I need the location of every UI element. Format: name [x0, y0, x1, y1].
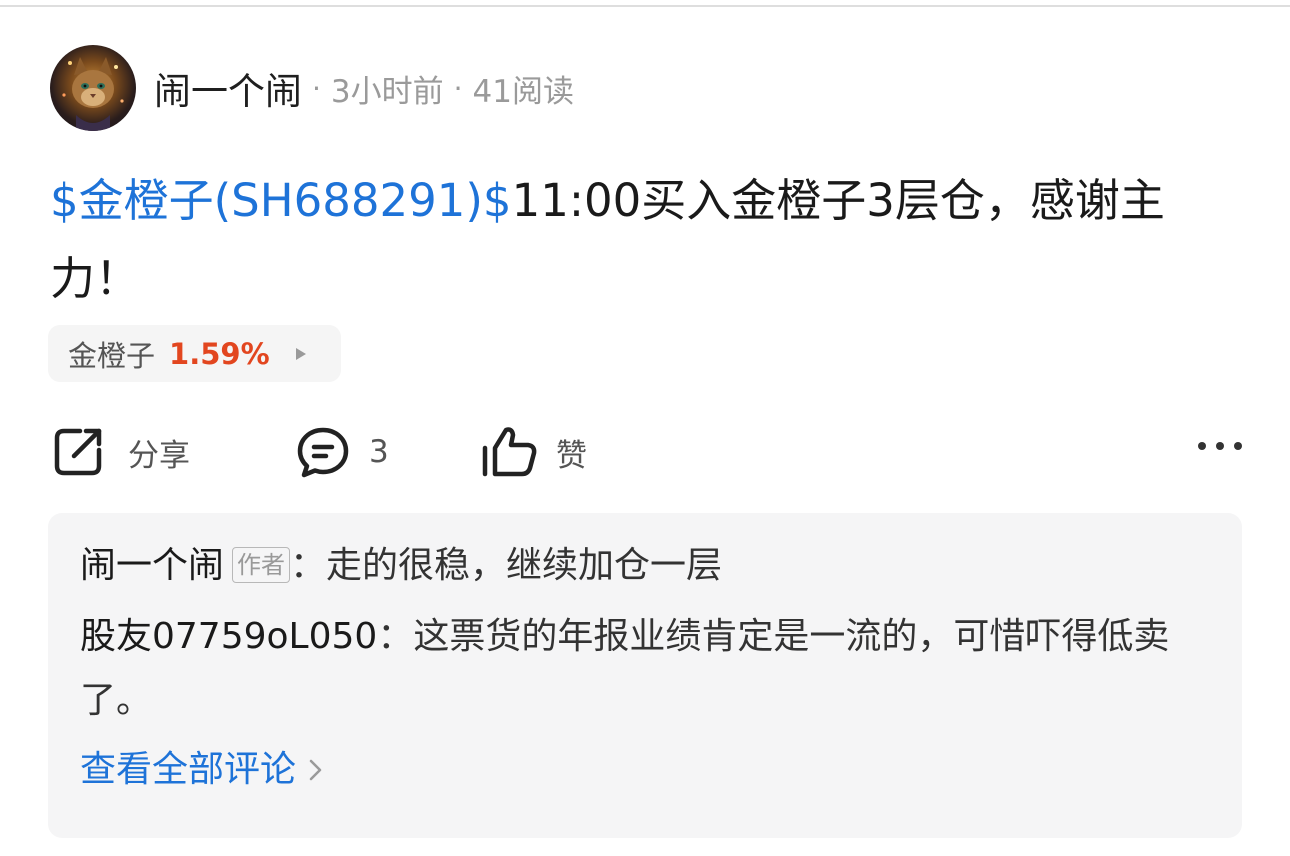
author-name[interactable]: 闹一个闹: [154, 61, 302, 115]
more-dot: [1198, 442, 1206, 450]
more-dot: [1216, 442, 1224, 450]
comment-colon: ：: [290, 545, 327, 586]
comment-user[interactable]: 闹一个闹: [80, 545, 224, 586]
avatar[interactable]: [50, 45, 136, 131]
comment-item[interactable]: 股友07759oL050：这票货的年报业绩肯定是一流的，可惜吓得低卖了。: [80, 605, 1210, 733]
comment-text: 走的很稳，继续加仓一层: [326, 545, 723, 586]
share-label: 分享: [128, 437, 190, 474]
see-all-comments-link[interactable]: 查看全部评论: [80, 739, 1210, 801]
post-body: $金橙子(SH688291)$11:00买入金橙子3层仓，感谢主力！: [50, 162, 1250, 318]
author-badge: 作者: [232, 547, 291, 583]
top-divider: [0, 5, 1290, 7]
stock-chip-name: 金橙子: [68, 338, 156, 373]
post-time: 3小时前: [330, 73, 444, 110]
comment-user[interactable]: 股友07759oL050: [80, 616, 377, 657]
comment-item[interactable]: 闹一个闹 作者 ：走的很稳，继续加仓一层: [80, 535, 1210, 597]
like-button[interactable]: 赞: [480, 420, 587, 484]
comment-button[interactable]: 3: [295, 420, 389, 484]
comment-count: 3: [369, 434, 389, 470]
more-dot: [1234, 442, 1242, 450]
stock-chip-change: 1.59%: [169, 336, 270, 371]
share-button[interactable]: 分享: [50, 420, 190, 484]
more-icon[interactable]: [1198, 442, 1242, 450]
play-arrow-icon: [295, 347, 306, 360]
like-label: 赞: [556, 437, 587, 474]
read-count: 41阅读: [472, 73, 574, 110]
comment-icon: [297, 427, 349, 478]
comments-panel: 闹一个闹 作者 ：走的很稳，继续加仓一层 股友07759oL050：这票货的年报业绩…: [48, 513, 1242, 838]
action-bar: 分享 3 赞: [50, 420, 1242, 484]
post-header: 闹一个闹 · 3小时前 · 41阅读: [50, 45, 574, 131]
thumbs-up-icon: [482, 427, 537, 477]
chevron-right-icon: [309, 759, 322, 781]
stock-chip[interactable]: 金橙子 1.59%: [48, 325, 341, 382]
share-icon: [54, 428, 102, 476]
stock-link[interactable]: $金橙子(SH688291)$: [50, 174, 512, 227]
comment-colon: ：: [377, 616, 414, 657]
see-all-label: 查看全部评论: [80, 749, 297, 790]
meta-separator: ·: [453, 71, 463, 105]
meta-separator: ·: [312, 71, 321, 105]
cat-avatar-icon: [62, 57, 124, 131]
